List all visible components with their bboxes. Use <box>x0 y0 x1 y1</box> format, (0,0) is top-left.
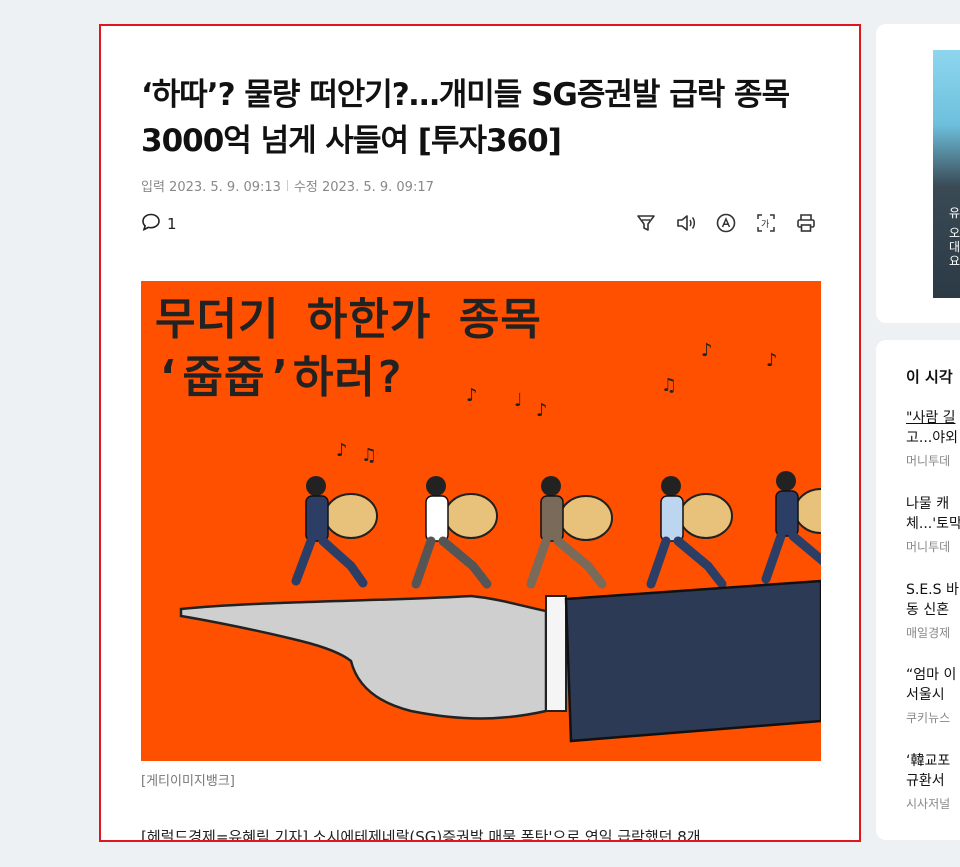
sidebar-section-title: 이 시각 <box>906 368 953 386</box>
article-body-first-line: [헤럴드경제=유혜림 기자] 소시에테제네랄(SG)증권발 매물 폭탄'으로 연… <box>141 828 701 842</box>
svg-text:♪: ♪ <box>701 340 713 361</box>
svg-text:♫: ♫ <box>361 445 377 466</box>
video-overlay-text: 유 오 대 요 <box>949 206 960 268</box>
font-size-icon[interactable]: 가 <box>753 210 779 236</box>
sidebar-news-card: 이 시각 "사람 길 고...야외 머니투데 나물 캐 체...'토막 머니투데… <box>876 340 960 840</box>
sidebar-news-item[interactable]: "사람 길 고...야외 머니투데 <box>906 408 960 469</box>
news-item-headline[interactable]: S.E.S 바 <box>906 580 960 600</box>
video-text-line: 오 <box>949 226 960 240</box>
news-item-source: 매일경제 <box>906 626 951 640</box>
page-bottom-strip <box>0 842 960 867</box>
article-dateline: 입력 2023. 5. 9. 09:13 수정 2023. 5. 9. 09:1… <box>141 176 434 195</box>
news-item-headline[interactable]: 고...야외 <box>906 428 960 448</box>
sidebar-video-card[interactable]: 유 오 대 요 <box>876 24 960 323</box>
translate-icon[interactable] <box>713 210 739 236</box>
news-item-source: 쿠키뉴스 <box>906 711 951 725</box>
sidebar-news-item[interactable]: “엄마 이 서울시 쿠키뉴스 <box>906 665 960 726</box>
hero-image: 무더기 하한가 종목 ‘줍줍’하러? ♪ ♩ ♪ ♫ ♪ ♪ ♪ ♫ <box>141 281 821 761</box>
news-item-headline[interactable]: 나물 캐 <box>906 494 960 514</box>
news-item-headline[interactable]: 규환서 <box>906 771 960 791</box>
svg-text:♪: ♪ <box>536 400 548 421</box>
comment-count: 1 <box>167 215 177 233</box>
comment-button[interactable]: 1 <box>141 212 177 236</box>
news-item-headline[interactable]: 체...'토막 <box>906 514 960 534</box>
video-text-line: 대 <box>949 240 960 254</box>
sidebar-news-item[interactable]: ‘韓교포 규환서 시사저널 <box>906 751 960 812</box>
svg-text:♩: ♩ <box>514 390 523 411</box>
svg-text:♫: ♫ <box>661 375 677 396</box>
modified-date: 수정 2023. 5. 9. 09:17 <box>293 180 434 195</box>
video-text-line: 요 <box>949 254 960 268</box>
filter-icon[interactable] <box>633 210 659 236</box>
sidebar-news-item[interactable]: 나물 캐 체...'토막 머니투데 <box>906 494 960 555</box>
news-item-headline[interactable]: 동 신혼 <box>906 600 960 620</box>
svg-text:♪: ♪ <box>466 385 478 406</box>
sleeve <box>564 579 821 743</box>
news-item-source: 머니투데 <box>906 540 951 554</box>
sidebar-news-item[interactable]: S.E.S 바 동 신혼 매일경제 <box>906 580 960 641</box>
news-item-headline[interactable]: "사람 길 <box>906 408 960 428</box>
speaker-icon[interactable] <box>673 210 699 236</box>
news-item-headline[interactable]: ‘韓교포 <box>906 751 960 771</box>
article-card: ‘하따’? 물량 떠안기?…개미들 SG증권발 급락 종목 3000억 넘게 사… <box>99 24 861 842</box>
svg-text:♪: ♪ <box>766 350 778 371</box>
print-icon[interactable] <box>793 210 819 236</box>
headline-line-1: ‘하따’? 물량 떠안기?…개미들 SG증권발 급락 종목 <box>141 77 790 113</box>
pointing-hand <box>179 594 548 720</box>
news-item-source: 머니투데 <box>906 454 951 468</box>
headline-line-2: 3000억 넘게 사들여 [투자360] <box>141 123 562 159</box>
news-item-source: 시사저널 <box>906 797 951 811</box>
input-date: 입력 2023. 5. 9. 09:13 <box>141 180 281 195</box>
svg-text:가: 가 <box>761 219 769 230</box>
image-caption: [게티이미지뱅크] <box>141 774 235 789</box>
news-item-headline[interactable]: “엄마 이 <box>906 665 960 685</box>
hero-illustration: ♪ ♩ ♪ ♫ ♪ ♪ ♪ ♫ <box>179 340 821 743</box>
article-headline: ‘하따’? 물량 떠안기?…개미들 SG증권발 급락 종목 3000억 넘게 사… <box>141 72 821 164</box>
runners-group <box>291 471 821 589</box>
video-text-line: 유 <box>949 206 960 220</box>
comment-icon <box>141 212 161 236</box>
date-divider <box>286 180 288 191</box>
news-item-headline[interactable]: 서울시 <box>906 685 960 705</box>
svg-text:♪: ♪ <box>336 440 348 461</box>
article-toolbar: 가 <box>633 210 819 236</box>
